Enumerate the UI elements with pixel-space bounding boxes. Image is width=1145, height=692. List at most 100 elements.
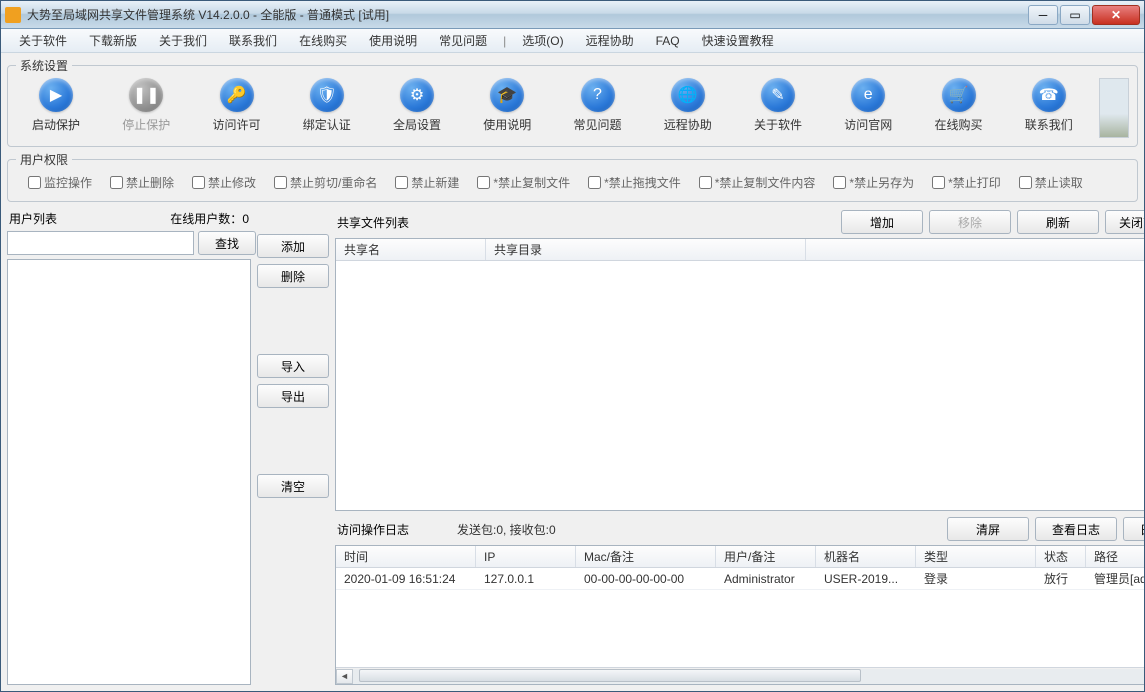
perm-*禁止复制文件[interactable]: *禁止复制文件 bbox=[477, 174, 570, 191]
menu-about-us[interactable]: 关于我们 bbox=[149, 30, 217, 51]
titlebar: 大势至局域网共享文件管理系统 V14.2.0.0 - 全能版 - 普通模式 [试… bbox=[1, 1, 1144, 29]
export-button[interactable]: 导出 bbox=[257, 384, 329, 408]
minimize-button[interactable]: ─ bbox=[1028, 5, 1058, 25]
perm-禁止剪切/重命名[interactable]: 禁止剪切/重命名 bbox=[274, 174, 377, 191]
perm-checkbox[interactable] bbox=[1019, 176, 1032, 189]
perm-*禁止复制文件内容[interactable]: *禁止复制文件内容 bbox=[699, 174, 816, 191]
perm-checkbox[interactable] bbox=[588, 176, 601, 189]
share-remove-button[interactable]: 移除 bbox=[929, 210, 1011, 234]
menu-online-buy[interactable]: 在线购买 bbox=[289, 30, 357, 51]
tool-关于软件[interactable]: ✎关于软件 bbox=[738, 78, 818, 133]
search-button[interactable]: 查找 bbox=[198, 231, 256, 255]
perm-checkbox[interactable] bbox=[274, 176, 287, 189]
log-clear-button[interactable]: 清屏 bbox=[947, 517, 1029, 541]
maximize-button[interactable]: ▭ bbox=[1060, 5, 1090, 25]
share-refresh-button[interactable]: 刷新 bbox=[1017, 210, 1099, 234]
tool-使用说明[interactable]: 🎓使用说明 bbox=[467, 78, 547, 133]
log-chart-button[interactable]: 日志图表 bbox=[1123, 517, 1144, 541]
tool-全局设置[interactable]: ⚙全局设置 bbox=[377, 78, 457, 133]
perm-*禁止另存为[interactable]: *禁止另存为 bbox=[833, 174, 914, 191]
log-stats: 发送包:0, 接收包:0 bbox=[457, 521, 947, 538]
perm-禁止读取[interactable]: 禁止读取 bbox=[1019, 174, 1083, 191]
scroll-left-arrow[interactable]: ◄ bbox=[336, 669, 353, 684]
menu-usage[interactable]: 使用说明 bbox=[359, 30, 427, 51]
online-user-count: 在线用户数：0 bbox=[170, 210, 249, 227]
tool-label: 联系我们 bbox=[1025, 116, 1073, 133]
share-table[interactable]: 共享名 共享目录 bbox=[335, 238, 1144, 511]
log-table[interactable]: 时间IPMac/备注用户/备注机器名类型状态路径 2020-01-09 16:5… bbox=[335, 545, 1144, 685]
menu-download-new[interactable]: 下载新版 bbox=[79, 30, 147, 51]
perm-*禁止打印[interactable]: *禁止打印 bbox=[932, 174, 1001, 191]
system-settings-legend: 系统设置 bbox=[16, 57, 72, 74]
tool-在线购买[interactable]: 🛒在线购买 bbox=[919, 78, 999, 133]
perm-checkbox[interactable] bbox=[395, 176, 408, 189]
tool-联系我们[interactable]: ☎ 联系我们 bbox=[1009, 78, 1089, 133]
user-permission-group: 用户权限 监控操作禁止删除禁止修改禁止剪切/重命名禁止新建*禁止复制文件*禁止拖… bbox=[7, 151, 1138, 202]
log-col-时间[interactable]: 时间 bbox=[336, 546, 476, 567]
tool-label: 访问官网 bbox=[844, 116, 892, 133]
perm-checkbox[interactable] bbox=[110, 176, 123, 189]
tool-访问许可[interactable]: 🔑访问许可 bbox=[197, 78, 277, 133]
perm-禁止修改[interactable]: 禁止修改 bbox=[192, 174, 256, 191]
perm-label: 禁止剪切/重命名 bbox=[290, 174, 377, 191]
user-listbox[interactable] bbox=[7, 259, 251, 685]
perm-label: 监控操作 bbox=[44, 174, 92, 191]
perm-checkbox[interactable] bbox=[28, 176, 41, 189]
log-col-路径[interactable]: 路径 bbox=[1086, 546, 1144, 567]
close-button[interactable]: ✕ bbox=[1092, 5, 1140, 25]
perm-checkbox[interactable] bbox=[699, 176, 712, 189]
menu-options[interactable]: 选项(O) bbox=[512, 30, 573, 51]
menu-quick-setup[interactable]: 快速设置教程 bbox=[692, 30, 784, 51]
menu-faq-en[interactable]: FAQ bbox=[646, 32, 690, 50]
log-cell: 2020-01-09 16:51:24 bbox=[336, 572, 476, 586]
log-col-IP[interactable]: IP bbox=[476, 546, 576, 567]
perm-checkbox[interactable] bbox=[932, 176, 945, 189]
perm-label: *禁止复制文件内容 bbox=[715, 174, 816, 191]
perm-checkbox[interactable] bbox=[833, 176, 846, 189]
log-col-状态[interactable]: 状态 bbox=[1036, 546, 1086, 567]
perm-checkbox[interactable] bbox=[477, 176, 490, 189]
col-share-dir[interactable]: 共享目录 bbox=[486, 239, 806, 260]
perm-*禁止拖拽文件[interactable]: *禁止拖拽文件 bbox=[588, 174, 681, 191]
menu-contact-us[interactable]: 联系我们 bbox=[219, 30, 287, 51]
log-col-用户/备注[interactable]: 用户/备注 bbox=[716, 546, 816, 567]
tool-绑定认证[interactable]: 🛡绑定认证 bbox=[287, 78, 367, 133]
menubar: 关于软件 下载新版 关于我们 联系我们 在线购买 使用说明 常见问题 | 选项(… bbox=[1, 29, 1144, 53]
perm-label: *禁止另存为 bbox=[849, 174, 914, 191]
log-col-类型[interactable]: 类型 bbox=[916, 546, 1036, 567]
log-row[interactable]: 2020-01-09 16:51:24127.0.0.100-00-00-00-… bbox=[336, 568, 1144, 590]
tool-icon: ☎ bbox=[1032, 78, 1066, 112]
tool-icon: e bbox=[851, 78, 885, 112]
log-col-机器名[interactable]: 机器名 bbox=[816, 546, 916, 567]
tool-label: 关于软件 bbox=[754, 116, 802, 133]
perm-禁止删除[interactable]: 禁止删除 bbox=[110, 174, 174, 191]
tool-常见问题[interactable]: ? 常见问题 bbox=[558, 78, 638, 133]
add-user-button[interactable]: 添加 bbox=[257, 234, 329, 258]
perm-checkbox[interactable] bbox=[192, 176, 205, 189]
share-add-button[interactable]: 增加 bbox=[841, 210, 923, 234]
log-view-button[interactable]: 查看日志 bbox=[1035, 517, 1117, 541]
close-advanced-button[interactable]: 关闭高级模式 bbox=[1105, 210, 1144, 234]
share-list-label: 共享文件列表 bbox=[337, 214, 841, 231]
tool-访问官网[interactable]: e 访问官网 bbox=[828, 78, 908, 133]
log-label: 访问操作日志 bbox=[337, 521, 457, 538]
menu-remote-assist[interactable]: 远程协助 bbox=[576, 30, 644, 51]
menu-about-software[interactable]: 关于软件 bbox=[9, 30, 77, 51]
log-col-Mac/备注[interactable]: Mac/备注 bbox=[576, 546, 716, 567]
clear-users-button[interactable]: 清空 bbox=[257, 474, 329, 498]
col-share-name[interactable]: 共享名 bbox=[336, 239, 486, 260]
scroll-thumb[interactable] bbox=[359, 669, 861, 682]
perm-label: 禁止新建 bbox=[411, 174, 459, 191]
log-cell: 00-00-00-00-00-00 bbox=[576, 572, 716, 586]
menu-faq-cn[interactable]: 常见问题 bbox=[429, 30, 497, 51]
perm-监控操作[interactable]: 监控操作 bbox=[28, 174, 92, 191]
log-horizontal-scrollbar[interactable]: ◄ ► bbox=[336, 667, 1144, 684]
import-button[interactable]: 导入 bbox=[257, 354, 329, 378]
perm-禁止新建[interactable]: 禁止新建 bbox=[395, 174, 459, 191]
user-search-input[interactable] bbox=[7, 231, 194, 255]
tool-icon: ? bbox=[581, 78, 615, 112]
tool-label: 常见问题 bbox=[573, 116, 621, 133]
delete-user-button[interactable]: 删除 bbox=[257, 264, 329, 288]
tool-启动保护[interactable]: ▶启动保护 bbox=[16, 78, 96, 133]
tool-远程协助[interactable]: 🌐远程协助 bbox=[648, 78, 728, 133]
